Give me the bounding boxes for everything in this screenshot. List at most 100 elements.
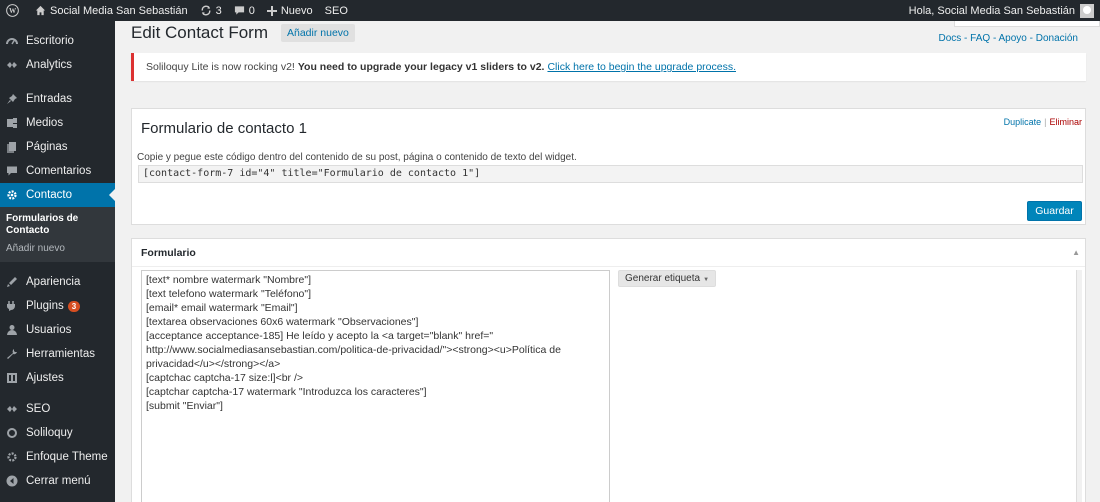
code-line: [textarea observaciones 60x6 watermark "… (146, 316, 419, 328)
new-content-link[interactable]: Nuevo (261, 0, 319, 21)
admin-bar: W Social Media San Sebastián 3 0 Nuevo S… (0, 0, 1100, 21)
home-icon (35, 5, 46, 16)
sidebar-item-herramientas[interactable]: Herramientas (0, 342, 115, 366)
sidebar-item-analytics[interactable]: Analytics (0, 53, 115, 77)
sidebar-item-label: Medios (26, 117, 64, 129)
updates-count: 3 (215, 4, 222, 17)
avatar (1080, 3, 1094, 18)
collapse-toggle-icon[interactable]: ▲ (1072, 248, 1080, 257)
notice-prefix: Soliloquy Lite is now rocking v2! (146, 61, 295, 73)
sidebar-item-apariencia[interactable]: Apariencia (0, 270, 115, 294)
seo-icon (6, 403, 18, 415)
sidebar-item-seo[interactable]: SEO (0, 397, 115, 421)
form-postbox: Formulario ▲ [text* nombre watermark "No… (131, 238, 1086, 502)
comment-bubble-icon (234, 6, 244, 15)
sidebar-item-label: Escritorio (26, 35, 74, 47)
sidebar-collapse-menu[interactable]: Cerrar menú (0, 469, 115, 493)
scrollbar[interactable] (1076, 270, 1082, 502)
notice-bold-text: You need to upgrade your legacy v1 slide… (297, 61, 545, 73)
sidebar-item-label: Contacto (26, 189, 73, 201)
sidebar-item-escritorio[interactable]: Escritorio (0, 29, 115, 53)
code-line: [captchar captcha-17 watermark "Introduz… (146, 386, 427, 398)
sidebar-item-label: Páginas (26, 141, 68, 153)
submenu-item-formularios[interactable]: Formularios de Contacto (0, 210, 115, 240)
shortcode-description: Copie y pegue este código dentro del con… (137, 152, 577, 163)
code-line: [text* nombre watermark "Nombre"] (146, 274, 312, 286)
sidebar-item-contacto[interactable]: Contacto (0, 183, 115, 207)
collapse-icon (6, 475, 18, 487)
plugins-update-badge: 3 (67, 300, 81, 312)
sidebar-item-label: Entradas (26, 93, 73, 105)
pages-icon (6, 141, 18, 153)
sidebar-item-usuarios[interactable]: Usuarios (0, 318, 115, 342)
code-line: http://www.socialmediasansebastian.com/p… (146, 344, 561, 356)
sidebar-item-label: Cerrar menú (26, 475, 91, 487)
wordpress-logo-icon[interactable]: W (0, 0, 29, 21)
theme-icon (6, 451, 18, 463)
code-line: [text telefono watermark "Teléfono"] (146, 288, 312, 300)
plugins-icon (6, 300, 18, 312)
notice-upgrade-link[interactable]: Click here to begin the upgrade process. (547, 61, 736, 73)
site-name: Social Media San Sebastián (50, 4, 188, 17)
doc-links[interactable]: Docs - FAQ - Apoyo - Donación (938, 33, 1078, 44)
updates-link[interactable]: 3 (194, 0, 228, 21)
code-line: [email* email watermark "Email"] (146, 302, 298, 314)
greeting: Hola, Social Media San Sebastián (908, 4, 1075, 17)
shortcode-field[interactable]: [contact-form-7 id="4" title="Formulario… (138, 165, 1083, 183)
sidebar-item-label: SEO (26, 403, 51, 415)
comments-link[interactable]: 0 (228, 0, 261, 21)
sidebar-item-plugins[interactable]: Plugins 3 (0, 294, 115, 318)
sidebar-item-ajustes[interactable]: Ajustes (0, 366, 115, 390)
seo-link[interactable]: SEO (319, 0, 354, 21)
help-tab[interactable] (954, 21, 1100, 27)
generate-tag-dropdown[interactable]: Generar etiqueta ▼ (618, 270, 717, 287)
submenu-item-anadir-nuevo[interactable]: Añadir nuevo (0, 240, 115, 258)
site-name-link[interactable]: Social Media San Sebastián (29, 0, 194, 21)
users-icon (6, 324, 18, 336)
tools-icon (6, 348, 18, 360)
comments-count: 0 (248, 4, 255, 17)
form-postbox-title: Formulario (141, 246, 196, 259)
sidebar-item-entradas[interactable]: Entradas (0, 87, 115, 111)
form-title[interactable]: Formulario de contacto 1 (141, 120, 307, 137)
contact-form-title-box: Formulario de contacto 1 Duplicate | Elimi… (131, 108, 1086, 225)
code-line: privacidad</u></strong></a> (146, 358, 281, 370)
code-line: [acceptance acceptance-185] He leído y a… (146, 330, 494, 342)
row-actions-separator: | (1044, 117, 1047, 127)
plus-icon (266, 5, 277, 16)
my-account[interactable]: Hola, Social Media San Sebastián (908, 3, 1100, 18)
analytics-icon (6, 59, 18, 71)
form-code-textarea[interactable]: [text* nombre watermark "Nombre"] [text … (141, 270, 610, 502)
upgrade-notice: Soliloquy Lite is now rocking v2! You ne… (131, 53, 1086, 81)
admin-sidebar: Escritorio Analytics Entradas Medios Pág… (0, 21, 115, 502)
add-new-button[interactable]: Añadir nuevo (281, 24, 355, 42)
dashboard-icon (6, 35, 18, 47)
pin-icon (6, 93, 18, 105)
sidebar-item-comentarios[interactable]: Comentarios (0, 159, 115, 183)
sidebar-item-label: Enfoque Theme (26, 451, 108, 463)
sidebar-item-label: Herramientas (26, 348, 96, 360)
appearance-icon (6, 276, 18, 288)
save-button[interactable]: Guardar (1027, 201, 1082, 221)
sidebar-item-label: Plugins (26, 300, 64, 312)
media-icon (6, 117, 18, 129)
chevron-down-icon: ▼ (703, 277, 710, 283)
sidebar-item-paginas[interactable]: Páginas (0, 135, 115, 159)
sidebar-item-enfoque-theme[interactable]: Enfoque Theme (0, 445, 115, 469)
sidebar-item-medios[interactable]: Medios (0, 111, 115, 135)
duplicate-link[interactable]: Duplicate (1004, 117, 1042, 127)
delete-link[interactable]: Eliminar (1049, 117, 1082, 127)
main-content: Edit Contact Form Añadir nuevo Docs - FA… (115, 21, 1100, 502)
contacto-submenu: Formularios de Contacto Añadir nuevo (0, 207, 115, 262)
sidebar-item-label: Analytics (26, 59, 73, 71)
updates-icon (201, 5, 210, 16)
seo-label: SEO (324, 4, 348, 17)
sidebar-item-label: Ajustes (26, 372, 64, 384)
form-row-actions: Duplicate | Eliminar (1004, 117, 1082, 127)
sidebar-item-label: Usuarios (26, 324, 72, 336)
form-postbox-header[interactable]: Formulario ▲ (132, 239, 1085, 267)
sidebar-item-label: Comentarios (26, 165, 92, 177)
sidebar-item-soliloquy[interactable]: Soliloquy (0, 421, 115, 445)
sidebar-item-label: Soliloquy (26, 427, 73, 439)
code-line: [captchac captcha-17 size:l]<br /> (146, 372, 304, 384)
